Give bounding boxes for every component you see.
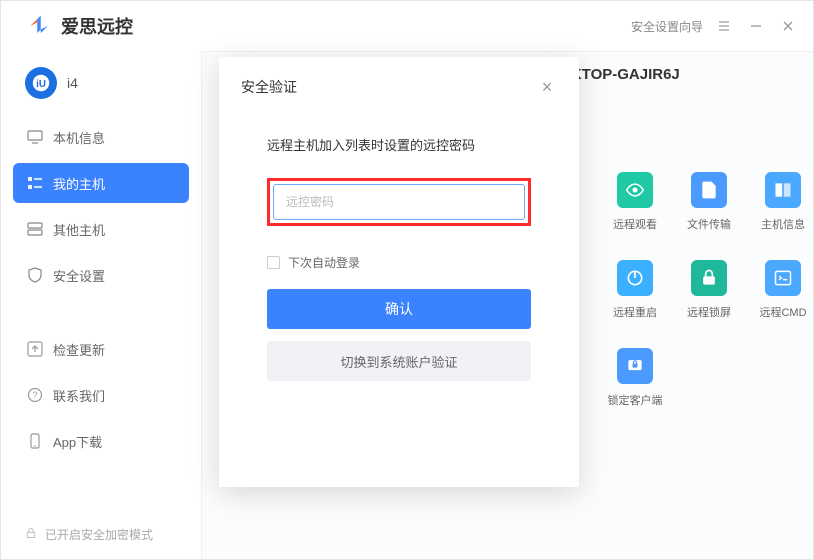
sidebar-item-label: 其他主机 (53, 220, 105, 239)
sidebar-item-app[interactable]: App下载 (13, 421, 189, 461)
modal-title: 安全验证 (241, 77, 297, 97)
minimize-icon[interactable] (745, 15, 767, 37)
upload-icon (27, 341, 43, 357)
file-icon (691, 172, 727, 208)
sidebar-item-label: 安全设置 (53, 266, 105, 285)
action-remote-reboot[interactable]: 远程重启 (600, 260, 670, 320)
action-label: 主机信息 (761, 216, 805, 232)
sidebar-item-label: 联系我们 (53, 386, 105, 405)
eye-icon (617, 172, 653, 208)
list-icon (27, 175, 43, 191)
lock-client-icon (617, 348, 653, 384)
action-label: 文件传输 (687, 216, 731, 232)
action-remote-lock[interactable]: 远程锁屏 (674, 260, 744, 320)
action-label: 远程观看 (613, 216, 657, 232)
action-label: 远程重启 (613, 304, 657, 320)
footer-text: 已开启安全加密模式 (45, 526, 153, 543)
action-host-info[interactable]: 主机信息 (748, 172, 814, 232)
switch-auth-button[interactable]: 切换到系统账户验证 (267, 341, 531, 381)
profile[interactable]: iU i4 (1, 51, 201, 117)
app-logo: 爱思远控 (25, 12, 133, 40)
checkbox-icon[interactable] (267, 256, 280, 269)
checkbox-label: 下次自动登录 (288, 254, 360, 271)
logo-icon (25, 12, 53, 40)
action-lock-client[interactable]: 锁定客户端 (600, 348, 670, 408)
nav-primary: 本机信息 我的主机 其他主机 安全设置 (1, 117, 201, 301)
sidebar-item-label: 我的主机 (53, 174, 105, 193)
sidebar-item-label: 检查更新 (53, 340, 105, 359)
lock-icon (25, 527, 37, 542)
sidebar-item-security[interactable]: 安全设置 (13, 255, 189, 295)
svg-text:?: ? (32, 390, 37, 400)
action-grid: 远程观看 文件传输 主机信息 远程重启 远程锁屏 远程CMD 锁定客户端 (600, 172, 814, 408)
auto-login-row[interactable]: 下次自动登录 (267, 254, 531, 271)
sidebar-item-other-hosts[interactable]: 其他主机 (13, 209, 189, 249)
sidebar-item-update[interactable]: 检查更新 (13, 329, 189, 369)
sidebar-item-local-info[interactable]: 本机信息 (13, 117, 189, 157)
password-input-highlight (267, 178, 531, 226)
action-label: 远程CMD (759, 304, 806, 320)
panels-icon (765, 172, 801, 208)
modal-subtitle: 远程主机加入列表时设置的远控密码 (267, 135, 531, 154)
security-verify-modal: 安全验证 × 远程主机加入列表时设置的远控密码 下次自动登录 确认 切换到系统账… (219, 57, 579, 487)
action-remote-view[interactable]: 远程观看 (600, 172, 670, 232)
security-wizard-link[interactable]: 安全设置向导 (631, 18, 703, 35)
password-input[interactable] (273, 184, 525, 220)
modal-header: 安全验证 × (219, 57, 579, 117)
power-icon (617, 260, 653, 296)
titlebar-actions: 安全设置向导 (631, 15, 799, 37)
app-title: 爱思远控 (61, 13, 133, 39)
nav-secondary: 检查更新 ? 联系我们 App下载 (1, 329, 201, 467)
sidebar: iU i4 本机信息 我的主机 其他主机 安全设置 检查更新 ? 联系我们 (1, 51, 201, 559)
terminal-icon (765, 260, 801, 296)
menu-icon[interactable] (713, 15, 735, 37)
sidebar-item-my-hosts[interactable]: 我的主机 (13, 163, 189, 203)
help-icon: ? (27, 387, 43, 403)
monitor-icon (27, 129, 43, 145)
phone-icon (27, 433, 43, 449)
sidebar-item-contact[interactable]: ? 联系我们 (13, 375, 189, 415)
lock-screen-icon (691, 260, 727, 296)
avatar: iU (25, 67, 57, 99)
sidebar-footer: 已开启安全加密模式 (1, 510, 201, 559)
action-label: 锁定客户端 (608, 392, 663, 408)
titlebar: 爱思远控 安全设置向导 (1, 1, 813, 51)
sidebar-item-label: App下载 (53, 432, 102, 451)
action-label: 远程锁屏 (687, 304, 731, 320)
confirm-button[interactable]: 确认 (267, 289, 531, 329)
modal-close-icon[interactable]: × (537, 77, 557, 97)
action-remote-cmd[interactable]: 远程CMD (748, 260, 814, 320)
action-file-transfer[interactable]: 文件传输 (674, 172, 744, 232)
hosts-icon (27, 221, 43, 237)
shield-icon (27, 267, 43, 283)
sidebar-item-label: 本机信息 (53, 128, 105, 147)
close-icon[interactable] (777, 15, 799, 37)
svg-text:iU: iU (36, 79, 46, 90)
profile-name: i4 (67, 75, 78, 91)
modal-body: 远程主机加入列表时设置的远控密码 下次自动登录 确认 切换到系统账户验证 (219, 135, 579, 381)
